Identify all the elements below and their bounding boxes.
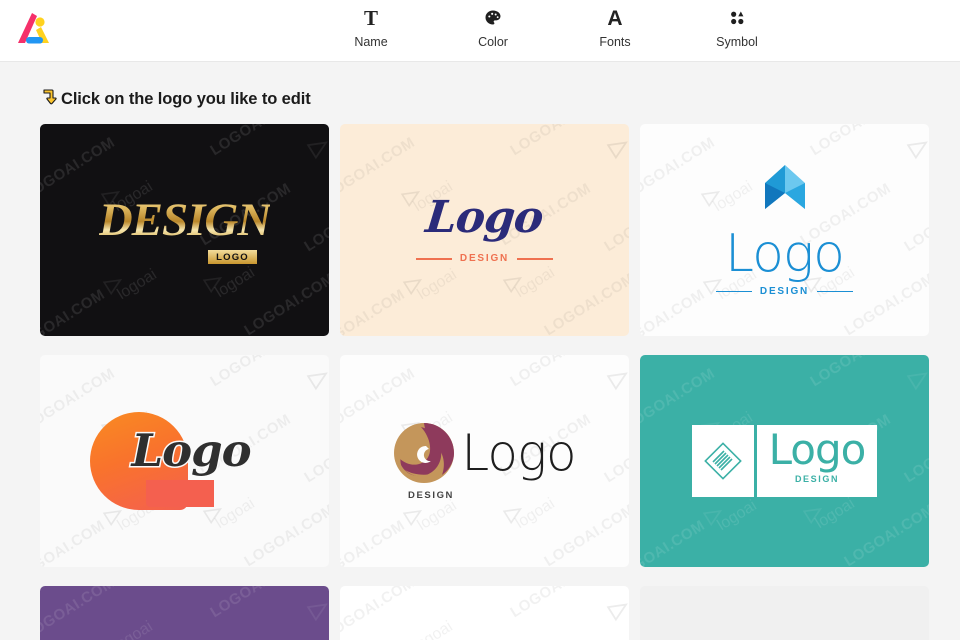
logo-subtitle: DESIGN: [794, 474, 840, 484]
logo-title: Logo: [768, 425, 867, 474]
rule-left: [715, 290, 752, 293]
logo-card-6[interactable]: LOGOAI.COM LOGOAI.COM LOGOAI.COM LOGOAI.…: [640, 355, 929, 567]
logo-preview: Logo: [40, 355, 329, 567]
logo-mark-group: Logo: [70, 406, 300, 516]
logo-subtitle: DESIGN: [459, 253, 510, 264]
toolbar-nav: T Name Color A Fonts Symbol: [330, 0, 778, 62]
logo-subtitle: DESIGN: [759, 286, 810, 297]
watermark-triangle-icon: [306, 603, 328, 622]
watermark-text: LOGOAI.COM: [507, 586, 604, 622]
watermark-overlay: [640, 586, 929, 640]
font-a-icon: A: [607, 6, 623, 30]
logo-preview: Logo DESIGN: [340, 124, 629, 336]
blue-chevron-icon: [752, 163, 818, 226]
tab-fonts[interactable]: A Fonts: [574, 5, 656, 50]
logo-preview: DESIGN LOGO: [40, 124, 329, 336]
logo-mark-group: Logo DESIGN: [691, 425, 878, 497]
watermark-text: LOGOAI.COM: [340, 586, 418, 640]
rule-right: [517, 257, 554, 260]
logo-card-2[interactable]: LOGOAI.COM LOGOAI.COM LOGOAI.COM LOGOAI.…: [340, 124, 629, 336]
watermark-overlay: LOGOAI.COM LOGOAI.COM logoai: [340, 586, 629, 640]
logoai-triangle-logo[interactable]: [10, 6, 58, 54]
instruction-banner: Click on the logo you like to edit: [0, 62, 960, 124]
logo-card-1[interactable]: LOGOAI.COM LOGOAI.COM LOGOAI.COM LOGOAI.…: [40, 124, 329, 336]
tab-color[interactable]: Color: [452, 5, 534, 50]
logo-preview: Logo DESIGN: [640, 124, 929, 336]
pointing-hand-icon: [40, 88, 60, 110]
instruction-text: Click on the logo you like to edit: [61, 89, 311, 108]
watermark-triangle-icon: [606, 603, 628, 622]
text-t-icon: T: [363, 5, 378, 30]
orange-bubble-tail-icon: [145, 480, 214, 507]
rule-left: [415, 257, 452, 260]
teal-text-block: Logo DESIGN: [756, 425, 878, 497]
logo-subtitle-rule: DESIGN: [715, 286, 854, 297]
logo-preview: Logo DESIGN: [340, 355, 629, 567]
logo-title: DESIGN: [98, 193, 272, 246]
logo-card-7[interactable]: LOGOAI.COM LOGOAI.COM logoai: [40, 586, 329, 640]
logo-title: Logo: [130, 424, 253, 477]
tab-symbol-label: Symbol: [716, 35, 758, 49]
maroon-swirl-icon: [393, 422, 455, 484]
logo-card-4[interactable]: LOGOAI.COM LOGOAI.COM LOGOAI.COM LOGOAI.…: [40, 355, 329, 567]
watermark-text: LOGOAI.COM: [207, 586, 304, 622]
logo-title: Logo: [461, 423, 576, 482]
logo-mark-group: Logo: [393, 422, 577, 484]
watermark-text: LOGOAI.COM: [40, 586, 118, 640]
tab-name[interactable]: T Name: [330, 5, 412, 50]
logo-title: Logo: [725, 224, 845, 284]
logo-badge: LOGO: [208, 249, 257, 264]
logo-subtitle-rule: DESIGN: [415, 253, 554, 264]
rule-right: [817, 290, 854, 293]
logo-card-5[interactable]: LOGOAI.COM LOGOAI.COM LOGOAI.COM LOGOAI.…: [340, 355, 629, 567]
tab-fonts-label: Fonts: [599, 35, 631, 49]
watermark-text: logoai: [110, 618, 156, 640]
teal-diamond-icon: [691, 425, 754, 497]
tab-symbol[interactable]: Symbol: [696, 5, 778, 50]
logo-preview: Logo DESIGN: [640, 355, 929, 567]
watermark-overlay: LOGOAI.COM LOGOAI.COM logoai: [40, 586, 329, 640]
top-toolbar: T Name Color A Fonts Symbol: [0, 0, 960, 62]
logo-subtitle: DESIGN: [408, 489, 455, 501]
logo-grid: LOGOAI.COM LOGOAI.COM LOGOAI.COM LOGOAI.…: [0, 124, 960, 640]
tab-color-label: Color: [478, 35, 508, 49]
shapes-symbol-icon: [696, 5, 778, 31]
watermark-text: logoai: [410, 618, 456, 640]
logo-card-3[interactable]: LOGOAI.COM LOGOAI.COM LOGOAI.COM LOGOAI.…: [640, 124, 929, 336]
logo-card-8[interactable]: LOGOAI.COM LOGOAI.COM logoai: [340, 586, 629, 640]
logo-card-9[interactable]: [640, 586, 929, 640]
tab-name-label: Name: [354, 35, 388, 49]
palette-icon: [452, 5, 534, 31]
logo-title: Logo: [423, 192, 546, 243]
